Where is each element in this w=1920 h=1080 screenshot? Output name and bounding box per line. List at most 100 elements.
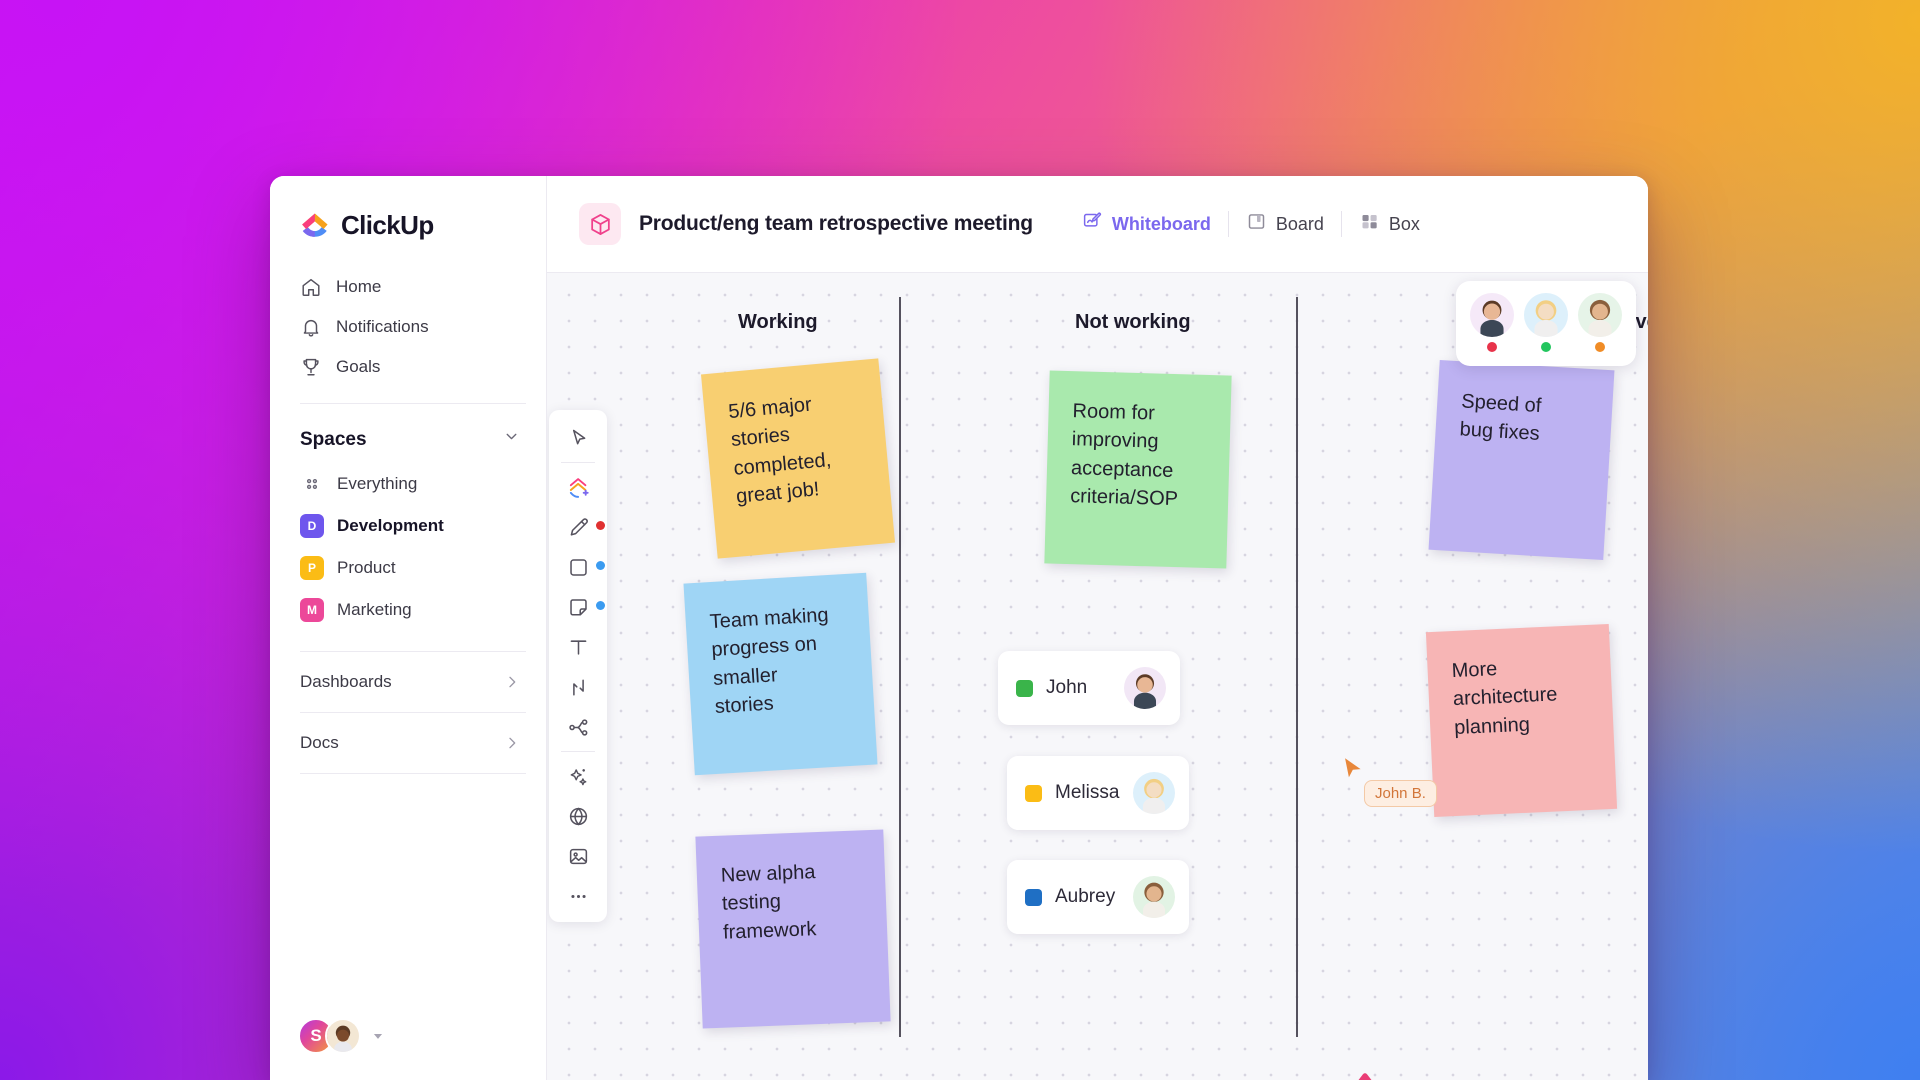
- status-dot: [1541, 342, 1551, 352]
- sidebar-divider: [300, 773, 526, 774]
- person-name: John: [1046, 677, 1088, 698]
- whiteboard-icon: [1082, 211, 1103, 237]
- sidebar-item-label: Dashboards: [300, 672, 392, 691]
- add-task-tool[interactable]: [555, 467, 601, 507]
- sidebar-footer: S: [270, 1018, 546, 1080]
- status-square: [1016, 679, 1033, 697]
- user-avatar[interactable]: [325, 1018, 361, 1054]
- cursor-label: John B.: [1364, 780, 1437, 807]
- sidebar: ClickUp Home Notifications Goals Spaces …: [270, 176, 547, 1080]
- sticky-note[interactable]: Room for improving acceptance criteria/S…: [1044, 370, 1232, 569]
- space-badge-development: D: [300, 514, 324, 538]
- column-header-working: Working: [738, 311, 818, 333]
- space-label: Product: [337, 558, 396, 577]
- brand-logo[interactable]: ClickUp: [270, 176, 546, 261]
- column-divider: [899, 297, 901, 1037]
- image-tool[interactable]: [555, 836, 601, 876]
- avatar: [1578, 293, 1622, 337]
- remote-cursor-john: John B.: [1342, 756, 1437, 807]
- shape-color-dot: [596, 561, 605, 570]
- select-tool[interactable]: [555, 418, 601, 458]
- person-card[interactable]: Melissa: [1007, 756, 1189, 830]
- status-square: [1025, 784, 1042, 802]
- sticky-note[interactable]: More architecture planning: [1425, 623, 1618, 818]
- space-label: Development: [337, 516, 444, 535]
- collaborator-avatars: [1456, 281, 1636, 366]
- tab-whiteboard[interactable]: Whiteboard: [1065, 205, 1228, 243]
- board-icon: [1246, 211, 1267, 237]
- sidebar-item-dashboards[interactable]: Dashboards: [270, 654, 546, 710]
- grid-dots-icon: [300, 472, 324, 496]
- cursor-icon: [1345, 758, 1361, 778]
- tab-label: Whiteboard: [1111, 213, 1211, 234]
- space-label: Everything: [337, 474, 418, 493]
- tab-box[interactable]: Box: [1342, 205, 1437, 243]
- sidebar-item-docs[interactable]: Docs: [270, 715, 546, 771]
- spaces-label: Spaces: [300, 428, 367, 450]
- pen-color-dot: [596, 521, 605, 530]
- box-icon: [1359, 211, 1380, 237]
- topbar: Product/eng team retrospective meeting W…: [547, 176, 1648, 273]
- sidebar-divider: [300, 651, 526, 652]
- brand-name: ClickUp: [341, 210, 434, 240]
- sidebar-item-marketing[interactable]: M Marketing: [270, 589, 546, 631]
- app-window: ClickUp Home Notifications Goals Spaces …: [270, 176, 1648, 1080]
- avatar: [1470, 293, 1514, 337]
- person-name: Melissa: [1055, 782, 1120, 803]
- sticky-note[interactable]: Team making progress on smaller stories: [683, 572, 878, 776]
- sticky-note[interactable]: New alpha testing framework: [695, 829, 891, 1029]
- mindmap-tool[interactable]: [555, 707, 601, 747]
- sidebar-item-product[interactable]: P Product: [270, 547, 546, 589]
- shape-tool[interactable]: [555, 547, 605, 587]
- space-badge-product: P: [300, 556, 324, 580]
- main-area: Product/eng team retrospective meeting W…: [547, 176, 1648, 1080]
- column-header-not-working: Not working: [1075, 311, 1191, 333]
- cube-icon: [579, 203, 621, 245]
- avatar: [1133, 772, 1175, 814]
- sidebar-item-home[interactable]: Home: [270, 267, 546, 307]
- avatar: [1524, 293, 1568, 337]
- sticky-note[interactable]: 5/6 major stories completed, great job!: [700, 358, 896, 559]
- status-dot: [1595, 342, 1605, 352]
- sidebar-item-goals[interactable]: Goals: [270, 347, 546, 387]
- collaborator[interactable]: [1578, 293, 1622, 352]
- primary-nav: Home Notifications Goals: [270, 261, 546, 401]
- toolbar-divider: [561, 462, 595, 463]
- chevron-down-icon[interactable]: [503, 428, 520, 451]
- bell-icon: [300, 316, 322, 338]
- avatar: [1133, 876, 1175, 918]
- sticky-note-tool[interactable]: [555, 587, 605, 627]
- sticky-note[interactable]: Speed of bug fixes: [1428, 359, 1615, 561]
- pen-tool[interactable]: [555, 507, 605, 547]
- space-badge-marketing: M: [300, 598, 324, 622]
- status-square: [1025, 888, 1042, 906]
- toolbar-divider: [561, 751, 595, 752]
- collaborator[interactable]: [1470, 293, 1514, 352]
- spaces-section-header[interactable]: Spaces: [270, 406, 546, 463]
- collaborator[interactable]: [1524, 293, 1568, 352]
- caret-down-icon[interactable]: [371, 1029, 385, 1043]
- text-tool[interactable]: [555, 627, 601, 667]
- magic-tool[interactable]: [555, 756, 601, 796]
- sidebar-item-label: Home: [336, 277, 382, 296]
- sidebar-item-label: Docs: [300, 733, 339, 752]
- sidebar-divider: [300, 403, 526, 404]
- home-icon: [300, 276, 322, 298]
- trophy-icon: [300, 356, 322, 378]
- tab-label: Box: [1388, 213, 1420, 234]
- more-tools[interactable]: [555, 876, 601, 916]
- whiteboard-canvas[interactable]: Working Not working Improve 5/6 major st…: [547, 273, 1648, 1080]
- tab-board[interactable]: Board: [1229, 205, 1341, 243]
- clickup-logo-icon: [300, 211, 330, 241]
- connector-tool[interactable]: [555, 667, 601, 707]
- sidebar-item-everything[interactable]: Everything: [270, 463, 546, 505]
- person-card[interactable]: John: [998, 651, 1180, 725]
- tab-label: Board: [1275, 213, 1324, 234]
- spaces-list: Everything D Development P Product M Mar…: [270, 463, 546, 631]
- view-tabs: Whiteboard Board Box: [1065, 205, 1437, 243]
- embed-tool[interactable]: [555, 796, 601, 836]
- person-card[interactable]: Aubrey: [1007, 860, 1189, 934]
- sidebar-item-development[interactable]: D Development: [270, 505, 546, 547]
- sidebar-item-notifications[interactable]: Notifications: [270, 307, 546, 347]
- whiteboard-toolbar: [549, 410, 607, 922]
